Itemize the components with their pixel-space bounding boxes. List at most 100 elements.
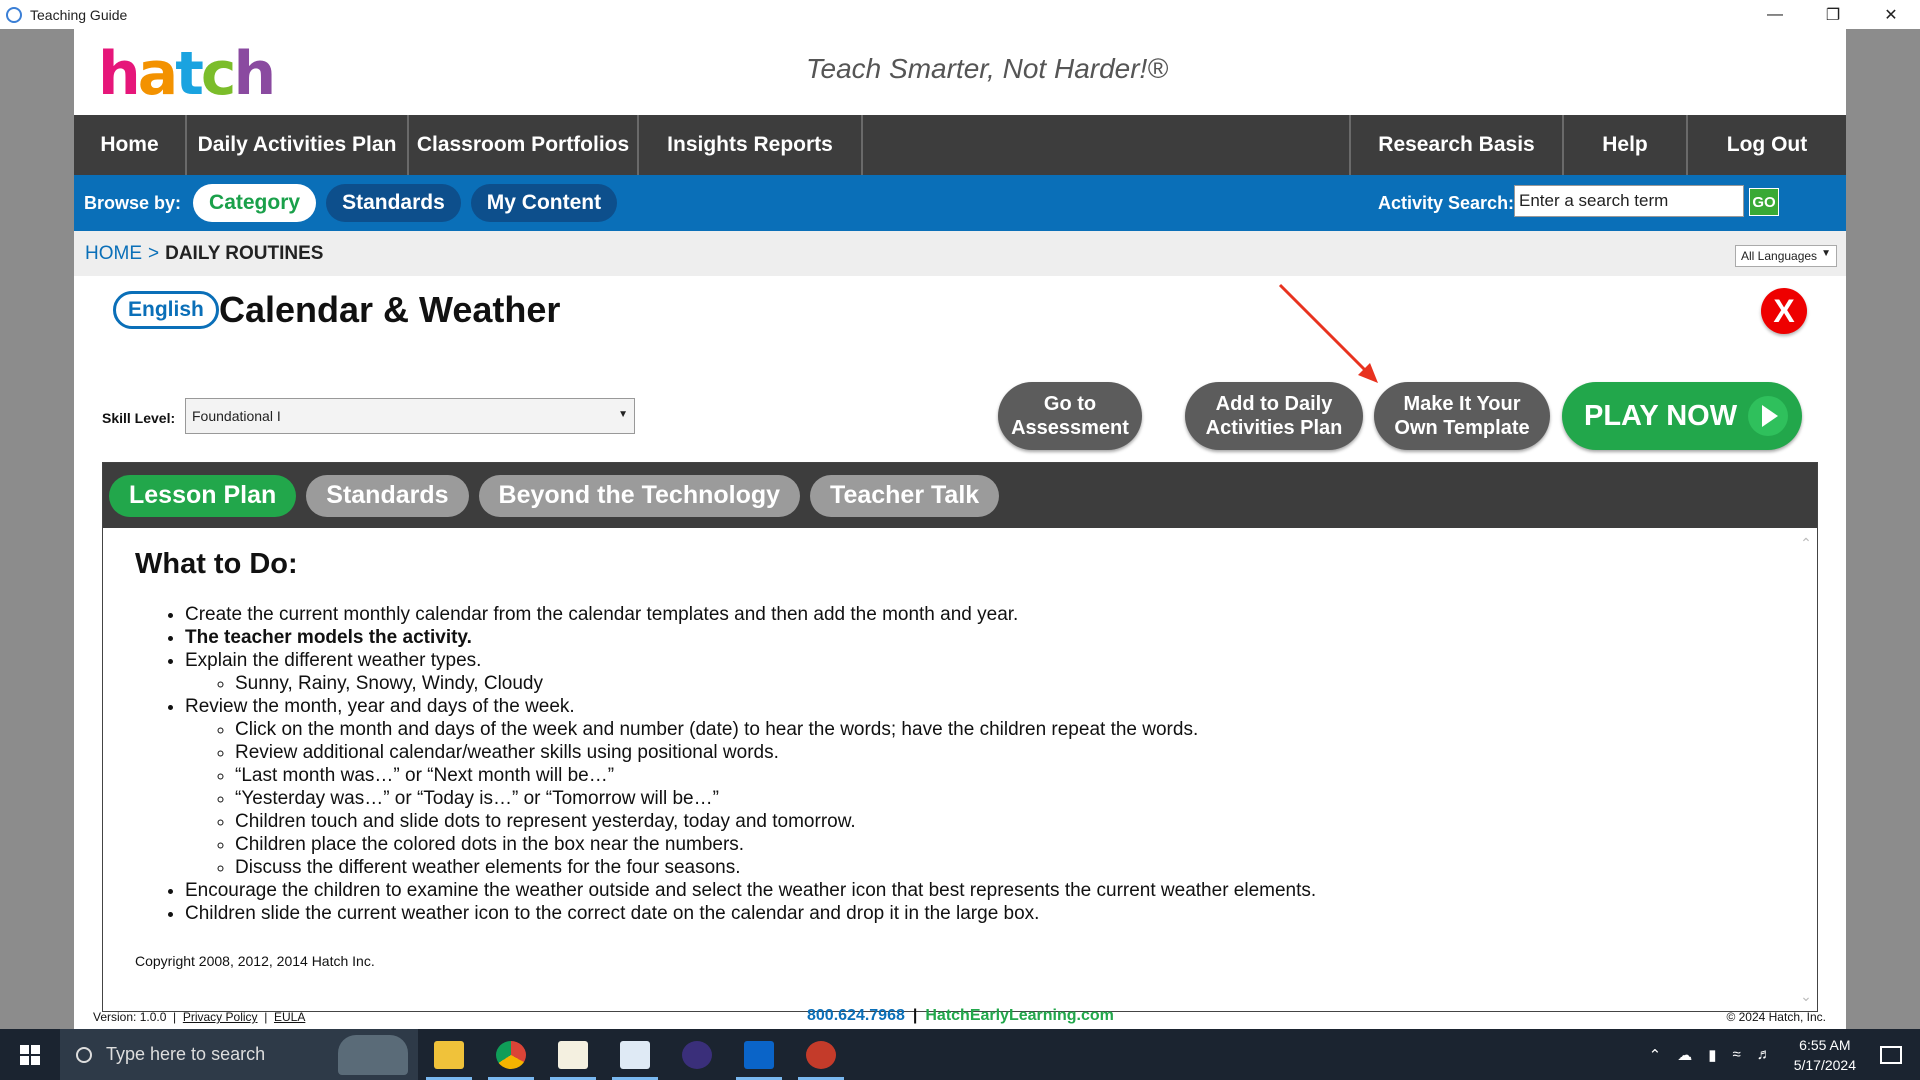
windows-icon (20, 1044, 40, 1065)
search-icon (76, 1046, 92, 1063)
language-badge: English (113, 291, 219, 329)
logo-letter: h (233, 39, 276, 109)
button-line: Go to (1043, 393, 1097, 415)
button-line: Activities Plan (1205, 417, 1343, 439)
play-now-button[interactable]: PLAY NOW (1562, 382, 1802, 450)
taskbar-clock[interactable]: 6:55 AM 5/17/2024 (1794, 1035, 1856, 1075)
tagline: Teach Smarter, Not Harder!® (806, 53, 1168, 84)
list-item-text: Review the month, year and days of the w… (185, 696, 575, 717)
make-own-template-button[interactable]: Make It Your Own Template (1374, 382, 1550, 450)
close-activity-button[interactable]: X (1761, 288, 1807, 334)
lesson-heading: What to Do: (135, 548, 298, 580)
taskbar-search-placeholder: Type here to search (106, 1044, 266, 1064)
breadcrumb-home[interactable]: HOME (85, 243, 142, 264)
sub-list: Sunny, Rainy, Snowy, Windy, Cloudy (235, 672, 1755, 695)
nav-classroom-portfolios[interactable]: Classroom Portfolios (409, 115, 639, 175)
window-controls: — ❐ ✕ (1746, 0, 1920, 29)
app-icon-browser[interactable] (666, 1029, 728, 1080)
main-nav: Home Daily Activities Plan Classroom Por… (74, 115, 1846, 175)
restore-button[interactable]: ❐ (1804, 0, 1862, 29)
tab-lesson-plan[interactable]: Lesson Plan (109, 474, 297, 517)
search-go-button[interactable]: GO (1749, 188, 1779, 216)
wifi-icon[interactable]: ≈ (1732, 1046, 1740, 1063)
language-select-value: All Languages (1741, 249, 1818, 263)
browse-my-content[interactable]: My Content (470, 184, 618, 222)
footer-copyright: © 2024 Hatch, Inc. (1726, 1010, 1826, 1024)
lesson-panel: Lesson Plan Standards Beyond the Technol… (102, 462, 1818, 1012)
app-icon-panel[interactable] (604, 1029, 666, 1080)
sub-list-item: Sunny, Rainy, Snowy, Windy, Cloudy (235, 672, 1755, 695)
list-item: Children slide the current weather icon … (185, 902, 1755, 925)
nav-insights-reports[interactable]: Insights Reports (639, 115, 863, 175)
phone-number: 800.624.7968 (807, 1007, 905, 1024)
add-to-daily-plan-button[interactable]: Add to Daily Activities Plan (1185, 382, 1363, 450)
button-line: Make It Your (1403, 393, 1521, 415)
lesson-content: What to Do: Create the current monthly c… (135, 548, 1755, 969)
play-icon (1748, 396, 1788, 436)
language-select[interactable]: All Languages ▼ (1735, 245, 1837, 267)
list-item: Create the current monthly calendar from… (185, 603, 1755, 626)
chevron-up-icon[interactable]: ⌃ (1799, 535, 1813, 552)
start-button[interactable] (0, 1029, 60, 1080)
tab-beyond-technology[interactable]: Beyond the Technology (478, 474, 801, 517)
file-explorer-icon[interactable] (418, 1029, 480, 1080)
chevron-down-icon: ▼ (618, 409, 628, 420)
breadcrumb: HOME > DAILY ROUTINES (85, 243, 323, 265)
sub-list-item: Discuss the different weather elements f… (235, 856, 1755, 879)
background-right (1846, 29, 1920, 1029)
battery-icon[interactable]: ▮ (1708, 1046, 1716, 1064)
tab-standards[interactable]: Standards (306, 474, 469, 517)
nav-log-out[interactable]: Log Out (1688, 115, 1846, 175)
logo-letter: c (200, 39, 237, 109)
minimize-button[interactable]: — (1746, 0, 1804, 29)
chevron-up-icon[interactable]: ⌃ (1649, 1046, 1662, 1064)
chevron-down-icon: ▼ (1821, 248, 1831, 259)
list-item: Review the month, year and days of the w… (185, 695, 1755, 879)
lesson-list: Create the current monthly calendar from… (185, 603, 1755, 925)
skill-level-label: Skill Level: (102, 410, 176, 426)
onedrive-icon[interactable]: ☁ (1677, 1046, 1692, 1064)
activity-title: Calendar & Weather (219, 289, 561, 330)
footer-left: Version: 1.0.0 | Privacy Policy | EULA (93, 1010, 306, 1024)
button-line: Assessment (1011, 417, 1129, 439)
system-tray: ⌃ ☁ ▮ ≈ ♬ 6:55 AM 5/17/2024 (1641, 1029, 1920, 1080)
eula-link[interactable]: EULA (274, 1010, 305, 1024)
search-highlight-icon (338, 1035, 408, 1075)
go-to-assessment-button[interactable]: Go to Assessment (998, 382, 1142, 450)
privacy-policy-link[interactable]: Privacy Policy (183, 1010, 258, 1024)
browse-category[interactable]: Category (193, 184, 317, 222)
nav-home[interactable]: Home (74, 115, 187, 175)
sub-list-item: Click on the month and days of the week … (235, 718, 1755, 741)
logo-letter: h (98, 39, 141, 109)
sub-list-item: Children place the colored dots in the b… (235, 833, 1755, 856)
window-title: Teaching Guide (30, 6, 128, 23)
activity-search-label: Activity Search: (1378, 193, 1515, 213)
taskbar-search[interactable]: Type here to search (60, 1029, 418, 1080)
volume-icon[interactable]: ♬ (1757, 1046, 1772, 1063)
background-left (0, 29, 74, 1029)
app-icon-ignite[interactable] (542, 1029, 604, 1080)
footer-contact: 800.624.7968 | HatchEarlyLearning.com (807, 1007, 1114, 1024)
nav-research-basis[interactable]: Research Basis (1351, 115, 1564, 175)
nav-daily-activities-plan[interactable]: Daily Activities Plan (187, 115, 409, 175)
activity-search-input[interactable]: Enter a search term (1514, 185, 1744, 217)
button-line: Own Template (1394, 417, 1530, 439)
app-icon-snip[interactable] (790, 1029, 852, 1080)
website-link[interactable]: HatchEarlyLearning.com (925, 1007, 1114, 1024)
skill-level-select[interactable]: Foundational I ▼ (185, 398, 635, 434)
tab-teacher-talk[interactable]: Teacher Talk (810, 474, 1000, 517)
close-window-button[interactable]: ✕ (1862, 0, 1920, 29)
hatch-logo[interactable]: hatch (98, 39, 276, 109)
list-item: Encourage the children to examine the we… (185, 879, 1755, 902)
content-scrollbar[interactable]: ⌃ ⌄ (1799, 535, 1813, 1005)
browse-standards[interactable]: Standards (326, 184, 461, 222)
sub-list-item: Children touch and slide dots to represe… (235, 810, 1755, 833)
nav-help[interactable]: Help (1564, 115, 1688, 175)
logo-letter: t (175, 39, 204, 109)
list-item: The teacher models the activity. (185, 626, 1755, 649)
outlook-icon[interactable] (728, 1029, 790, 1080)
notifications-icon[interactable] (1880, 1045, 1902, 1064)
chevron-down-icon[interactable]: ⌄ (1799, 988, 1813, 1005)
annotation-arrow-icon (1278, 283, 1378, 383)
chrome-icon[interactable] (480, 1029, 542, 1080)
